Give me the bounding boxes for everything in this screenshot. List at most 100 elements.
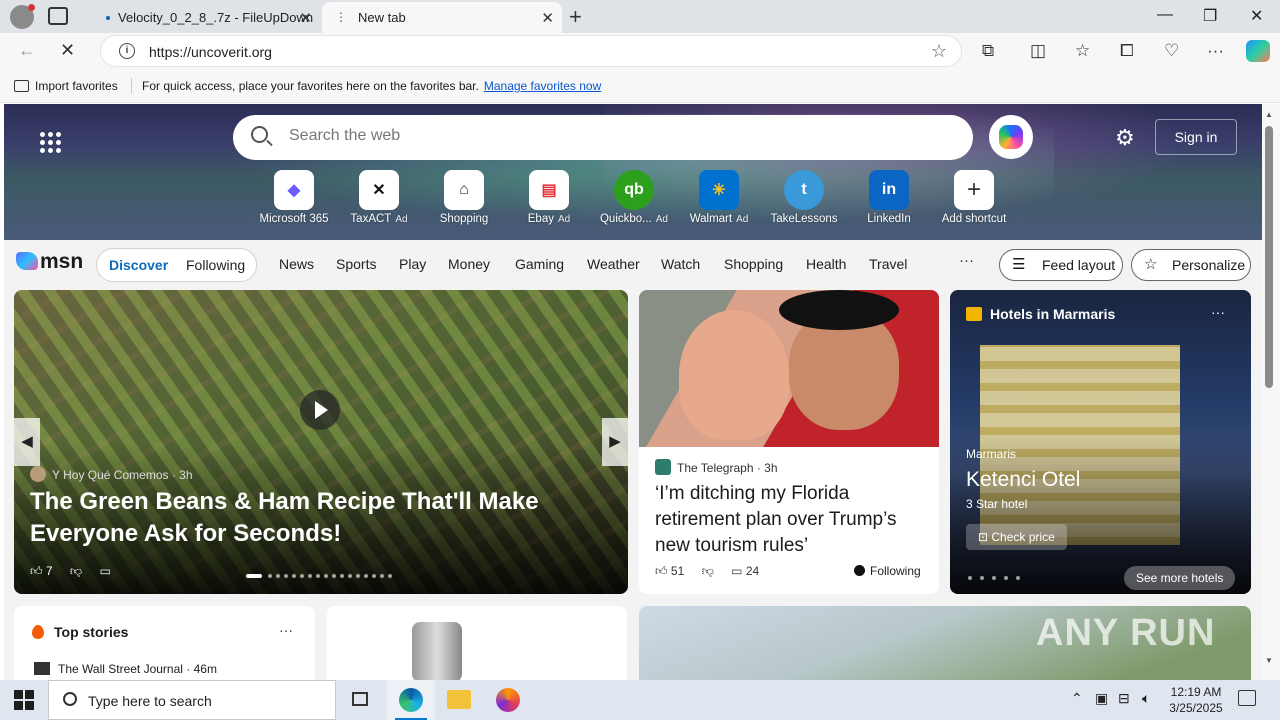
tab-new-tab[interactable]: ⋮ New tab ✕ [322, 2, 562, 33]
network-icon[interactable]: ⊟ [1118, 690, 1130, 707]
shortcut-walmart[interactable]: ✳ Walmart Ad [679, 170, 759, 225]
volume-icon[interactable]: 🔈︎ [1142, 690, 1150, 707]
system-clock[interactable]: 12:19 AM 3/25/2025 [1168, 684, 1224, 716]
task-view-button[interactable] [336, 680, 384, 720]
tab-discover[interactable]: Discover [109, 257, 168, 273]
personalize-button[interactable]: ☆ Personalize [1131, 249, 1251, 281]
like-icon[interactable]: 👍︎ [655, 564, 668, 578]
show-hidden-icons-icon[interactable]: ⌃ [1071, 690, 1083, 707]
import-favorites-button[interactable]: Import favorites [14, 79, 118, 93]
category-gaming[interactable]: Gaming [515, 256, 564, 272]
favorites-icon[interactable]: ☆ [1075, 41, 1090, 61]
tab-actions-icon[interactable] [48, 7, 68, 25]
news-card[interactable]: The Telegraph · 3h ‘I’m ditching my Flor… [639, 290, 939, 594]
copilot-icon[interactable] [1246, 40, 1270, 62]
sign-in-button[interactable]: Sign in [1155, 119, 1237, 155]
category-weather[interactable]: Weather [587, 256, 640, 272]
taskbar-firefox[interactable] [484, 680, 532, 720]
minimize-icon[interactable]: — [1157, 6, 1173, 24]
category-travel[interactable]: Travel [869, 256, 907, 272]
tab-fileupdown[interactable]: Velocity_0_2_8_.7z - FileUpDown ✕ [84, 2, 320, 33]
notifications-icon[interactable] [1238, 690, 1256, 706]
scrollbar-thumb[interactable] [1265, 126, 1273, 388]
tab-following[interactable]: Following [186, 257, 245, 273]
shortcut-shopping[interactable]: ⌂ Shopping [424, 170, 504, 225]
split-screen-icon[interactable]: ◫ [1030, 41, 1046, 61]
site-info-icon[interactable]: i [119, 43, 135, 59]
collections-icon[interactable]: ⧠ [1120, 41, 1134, 61]
carousel-prev-icon[interactable]: ◀ [14, 418, 40, 466]
like-count: 7 [45, 564, 53, 578]
comment-icon[interactable]: ▭ [731, 564, 742, 578]
profile-avatar[interactable] [10, 4, 35, 29]
carousel-next-icon[interactable]: ▶ [602, 418, 628, 466]
extensions-icon[interactable]: ⧉ [982, 41, 994, 61]
dislike-icon[interactable]: 👎︎ [70, 564, 82, 578]
copilot-button[interactable] [989, 115, 1033, 159]
featured-story-card[interactable]: ◀ ▶ Y Hoy Qué Comemos · 3h The Green Bea… [14, 290, 628, 594]
back-icon[interactable]: ← [18, 40, 36, 61]
scroll-down-icon[interactable]: ▼ [1265, 656, 1273, 665]
address-bar[interactable]: i https://uncoverit.org ☆ [100, 35, 962, 67]
url-text[interactable]: https://uncoverit.org [149, 44, 272, 60]
category-news[interactable]: News [279, 256, 314, 272]
category-shopping[interactable]: Shopping [724, 256, 783, 272]
story-headline[interactable]: ‘I’m ditching my Florida retirement plan… [655, 481, 930, 559]
category-play[interactable]: Play [399, 256, 426, 272]
publisher-name: The Telegraph [677, 461, 754, 475]
category-money[interactable]: Money [448, 256, 490, 272]
manage-favorites-link[interactable]: Manage favorites now [484, 79, 601, 93]
shortcut-takelessons[interactable]: t TakeLessons [764, 170, 844, 225]
web-search-box[interactable] [233, 115, 973, 160]
category-sports[interactable]: Sports [336, 256, 376, 272]
dislike-icon[interactable]: 👎︎ [702, 564, 714, 578]
like-icon[interactable]: 👍︎ [30, 564, 43, 578]
shortcut-ebay[interactable]: ▤ Ebay Ad [509, 170, 589, 225]
windows-start-icon[interactable] [14, 690, 34, 710]
search-input[interactable] [289, 127, 929, 145]
see-more-hotels-button[interactable]: See more hotels [1124, 566, 1236, 590]
taskbar-file-explorer[interactable] [435, 680, 483, 720]
shortcut-quickbooks[interactable]: qb Quickbo... Ad [594, 170, 674, 225]
favorite-star-icon[interactable]: ☆ [931, 41, 947, 62]
shortcut-linkedin[interactable]: in LinkedIn [849, 170, 929, 225]
taskbar-edge[interactable] [387, 680, 435, 720]
play-video-icon[interactable] [300, 390, 340, 430]
more-options-icon[interactable]: ··· [279, 622, 293, 638]
new-tab-button[interactable]: + [569, 4, 582, 30]
feed-layout-button[interactable]: ☰ Feed layout [999, 249, 1123, 281]
comment-icon[interactable]: ▭ [99, 564, 110, 578]
app-launcher-icon[interactable] [40, 132, 64, 156]
close-window-icon[interactable]: ✕ [1250, 6, 1263, 26]
hotel-card[interactable]: Hotels in Marmaris ··· Marmaris Ketenci … [950, 290, 1251, 594]
msn-logo[interactable]: msn [16, 250, 83, 274]
lock-icon: ⊡ [978, 530, 992, 544]
more-options-icon[interactable]: ··· [1211, 304, 1225, 320]
top-stories-card[interactable]: Top stories ··· The Wall Street Journal … [14, 606, 315, 680]
category-health[interactable]: Health [806, 256, 846, 272]
loading-dot-icon [106, 16, 110, 20]
restore-icon[interactable]: ❐ [1203, 6, 1217, 26]
product-card[interactable] [327, 606, 627, 680]
category-watch[interactable]: Watch [661, 256, 700, 272]
scroll-up-icon[interactable]: ▲ [1265, 110, 1273, 119]
check-price-button[interactable]: ⊡ Check price [966, 524, 1067, 550]
browser-essentials-icon[interactable]: ♡ [1164, 41, 1179, 61]
shortcut-taxact[interactable]: ✕ TaxACT Ad [339, 170, 419, 225]
shortcut-microsoft-365[interactable]: ◆ Microsoft 365 [254, 170, 334, 225]
top-stories-header: Top stories [32, 624, 128, 640]
device-icon[interactable]: ▣ [1095, 690, 1108, 707]
close-tab-icon[interactable]: ✕ [541, 9, 554, 27]
more-categories-icon[interactable]: ··· [959, 252, 974, 269]
taskbar-search[interactable]: Type here to search [48, 680, 336, 720]
page-scrollbar[interactable]: ▲ ▼ [1262, 104, 1280, 680]
gear-icon[interactable]: ⚙ [1115, 125, 1135, 151]
add-shortcut-button[interactable]: + Add shortcut [934, 170, 1014, 225]
story-headline[interactable]: The Green Beans & Ham Recipe That'll Mak… [30, 486, 570, 550]
hotel-name[interactable]: Ketenci Otel [966, 468, 1080, 492]
close-tab-icon[interactable]: ✕ [299, 9, 312, 27]
search-icon [63, 692, 77, 706]
following-badge[interactable]: Following [854, 564, 921, 578]
stop-loading-icon[interactable]: ✕ [60, 40, 75, 61]
settings-more-icon[interactable]: ··· [1207, 41, 1224, 61]
